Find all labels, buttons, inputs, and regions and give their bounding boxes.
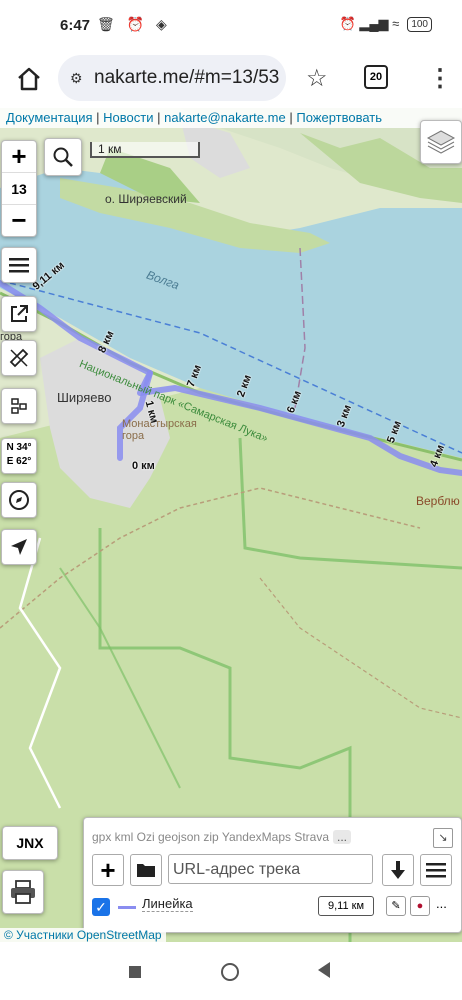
formats-more-button[interactable]: ... — [333, 830, 352, 844]
compass-icon — [9, 490, 29, 510]
donate-link[interactable]: Пожертвовать — [296, 110, 382, 125]
news-link[interactable]: Новости — [103, 110, 153, 125]
ruler-icon — [9, 348, 29, 368]
battery-icon: 100 — [407, 16, 432, 32]
panel-menu-button[interactable] — [420, 854, 452, 886]
system-nav-bar — [0, 942, 462, 1000]
printer-icon — [11, 880, 35, 904]
island-label: о. Ширяевский — [105, 192, 187, 206]
bookmark-star-icon[interactable]: ☆ — [306, 64, 328, 93]
download-url-button[interactable] — [382, 854, 414, 886]
zoom-control: + 13 − — [1, 140, 37, 237]
hamburger-icon — [9, 258, 29, 273]
track-more-button[interactable]: ... — [436, 896, 447, 911]
pin-icon: ● — [416, 900, 424, 912]
export-formats: gpx kml Ozi geojson zip YandexMaps Strav… — [92, 830, 352, 844]
browser-menu-icon[interactable]: ⋮ — [428, 64, 452, 93]
verblyud-label: Верблю — [416, 494, 460, 508]
add-track-button[interactable]: + — [92, 854, 124, 886]
arrow-down-icon — [391, 861, 405, 879]
compass-button[interactable] — [1, 482, 37, 518]
zoom-in-button[interactable]: + — [2, 141, 36, 173]
osm-attribution[interactable]: © Участники OpenStreetMap — [0, 928, 166, 942]
location-button[interactable] — [1, 529, 37, 565]
formats-text: gpx kml Ozi geojson zip YandexMaps Strav… — [92, 830, 330, 844]
track-color-swatch[interactable] — [118, 906, 136, 909]
status-time: 6:47 — [60, 17, 91, 34]
coordinates-button[interactable]: N 34° E 62° — [1, 438, 37, 474]
browser-toolbar: ⚙ nakarte.me/#m=13/53 ☆ 20 ⋮ — [0, 52, 462, 108]
ruler-button[interactable] — [1, 340, 37, 376]
attribution-top: Документация | Новости | nakarte@nakarte… — [0, 108, 462, 128]
address-bar[interactable]: ⚙ nakarte.me/#m=13/53 — [58, 55, 286, 101]
layers-button[interactable] — [420, 120, 462, 164]
track-panel: gpx kml Ozi geojson zip YandexMaps Strav… — [83, 817, 462, 933]
external-link-icon — [11, 305, 28, 322]
site-settings-icon[interactable]: ⚙ — [70, 70, 88, 87]
collapse-panel-button[interactable]: ↘ — [433, 828, 453, 848]
track-url-input[interactable]: URL-адрес трека — [168, 854, 373, 884]
folder-icon — [137, 864, 155, 877]
add-point-button[interactable]: ● — [410, 896, 430, 916]
hamburger-icon — [426, 863, 446, 878]
home-button[interactable] — [14, 64, 44, 94]
track-length: 9,11 км — [318, 896, 374, 916]
scale-bar: 1 км — [90, 142, 200, 158]
email-link[interactable]: nakarte@nakarte.me — [164, 110, 286, 125]
home-nav-icon[interactable] — [221, 963, 239, 981]
zoom-level: 13 — [2, 173, 36, 205]
status-bar: 6:47 🗑 ⏰ ◈ ⏰ ▂▄▆ ≈ 100 — [0, 0, 462, 52]
layers-icon — [426, 130, 456, 154]
coords-lon: E 62° — [6, 456, 32, 467]
elevation-button[interactable] — [1, 388, 37, 424]
track-row: ✓ Линейка 9,11 км ✎ ● ... — [92, 896, 452, 922]
coords-lat: N 34° — [6, 442, 32, 453]
pencil-icon: ✎ — [391, 900, 401, 912]
edit-track-button[interactable]: ✎ — [386, 896, 406, 916]
open-file-button[interactable] — [130, 854, 162, 886]
elevation-icon — [11, 398, 27, 414]
plus-icon: + — [100, 854, 116, 885]
tab-switcher-button[interactable]: 20 — [364, 65, 388, 89]
track-visibility-checkbox[interactable]: ✓ — [92, 898, 110, 916]
collapse-arrow-icon: ↘ — [438, 832, 448, 844]
back-icon[interactable] — [318, 962, 330, 978]
track-list-button[interactable] — [1, 247, 37, 283]
status-right-icons: ⏰ ▂▄▆ ≈ 100 — [340, 16, 432, 32]
recents-icon[interactable] — [129, 966, 141, 978]
search-button[interactable] — [44, 138, 82, 176]
print-button[interactable] — [2, 870, 44, 914]
village-label: Ширяево — [57, 390, 112, 405]
track-name[interactable]: Линейка — [142, 896, 193, 912]
status-notification-icons: 🗑 ⏰ ◈ — [97, 16, 171, 32]
docs-link[interactable]: Документация — [6, 110, 93, 125]
jnx-button[interactable]: JNX — [2, 826, 58, 860]
external-maps-button[interactable] — [1, 296, 37, 332]
status-system-icons: ⏰ ▂▄▆ ≈ — [339, 16, 400, 31]
zoom-out-button[interactable]: − — [2, 205, 36, 236]
km-marker-0: 0 км — [132, 460, 155, 472]
home-icon — [18, 67, 40, 91]
navigation-arrow-icon — [11, 539, 27, 555]
address-text: nakarte.me/#m=13/53 — [94, 67, 280, 88]
search-icon — [53, 147, 73, 167]
